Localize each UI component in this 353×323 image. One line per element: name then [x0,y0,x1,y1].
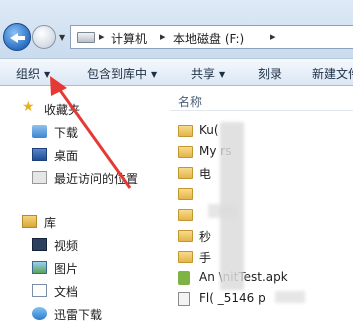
download-folder-icon [32,125,47,138]
new-folder-button[interactable]: 新建文件 [312,65,353,82]
folder-icon [178,230,193,242]
breadcrumb-local-disk-f[interactable]: 本地磁盘 (F:) [173,30,244,47]
path-box[interactable]: ▸ 计算机 ▸ 本地磁盘 (F:) ▸ [70,25,353,49]
nav-item-label: 桌面 [54,149,79,163]
picture-library-icon [32,261,47,274]
nav-libraries-label: 库 [44,216,57,230]
folder-icon [178,188,193,200]
path-separator-icon[interactable]: ▸ [99,30,105,43]
nav-item-label: 最近访问的位置 [54,172,139,186]
file-list: 名称 Ku( My rs 电 秒 手 An \nitTest.apk Fl( _… [170,86,353,316]
nav-item-label: 下载 [54,126,79,140]
privacy-blur [275,291,305,303]
breadcrumb-computer[interactable]: 计算机 [111,30,147,47]
share-label: 共享 [191,67,216,81]
navigation-pane: ★ 收藏夹 下载 桌面 最近访问的位置 库 视频 图片 文档 迅雷下载 [0,86,170,322]
desktop-icon [32,148,47,161]
address-bar: ▼ ▸ 计算机 ▸ 本地磁盘 (F:) ▸ [0,0,353,58]
path-separator-icon[interactable]: ▸ [270,30,276,43]
organize-label: 组织 [16,67,41,81]
file-icon [178,292,190,306]
recent-places-icon [32,171,47,184]
column-header-name[interactable]: 名称 [178,93,202,110]
folder-icon [178,125,193,137]
include-in-library-label: 包含到库中 [87,67,148,81]
folder-icon [178,167,193,179]
file-name: 电 [199,167,212,181]
file-name: 手 [199,251,212,265]
document-library-icon [32,284,47,297]
organize-button[interactable]: 组织 ▼ [16,65,50,82]
drive-icon [77,32,95,43]
path-separator-icon[interactable]: ▸ [160,30,166,43]
star-icon: ★ [22,99,35,115]
command-bar: 组织▼ 包含到库中▼ 共享▼ 刻录 新建文件 [0,58,353,86]
nav-favorites-label: 收藏夹 [44,103,81,117]
nav-item-label: 文档 [54,285,79,299]
recent-pages-dropdown-icon[interactable]: ▼ [59,33,65,42]
folder-icon [178,146,193,158]
folder-icon [178,209,193,221]
file-name: Fl( _5146 p [199,291,266,305]
nav-item-label: 迅雷下载 [54,308,103,322]
back-button[interactable] [3,23,31,51]
chevron-down-icon: ▼ [219,70,226,79]
share-button[interactable]: 共享 ▼ [191,65,225,82]
forward-button[interactable] [32,25,56,49]
file-name: Ku( [199,123,219,137]
burn-button[interactable]: 刻录 [258,65,282,82]
file-name: 秒 [199,230,212,244]
column-divider [170,110,353,111]
library-icon [22,215,37,228]
chevron-down-icon: ▼ [151,70,158,79]
nav-item-label: 视频 [54,239,79,253]
folder-icon [178,251,193,263]
include-in-library-button[interactable]: 包含到库中 ▼ [87,65,157,82]
apk-file-icon [178,271,190,285]
video-library-icon [32,238,47,251]
privacy-blur [208,204,238,218]
chevron-down-icon: ▼ [44,70,51,79]
nav-item-label: 图片 [54,262,79,276]
thunder-download-icon [32,307,47,320]
